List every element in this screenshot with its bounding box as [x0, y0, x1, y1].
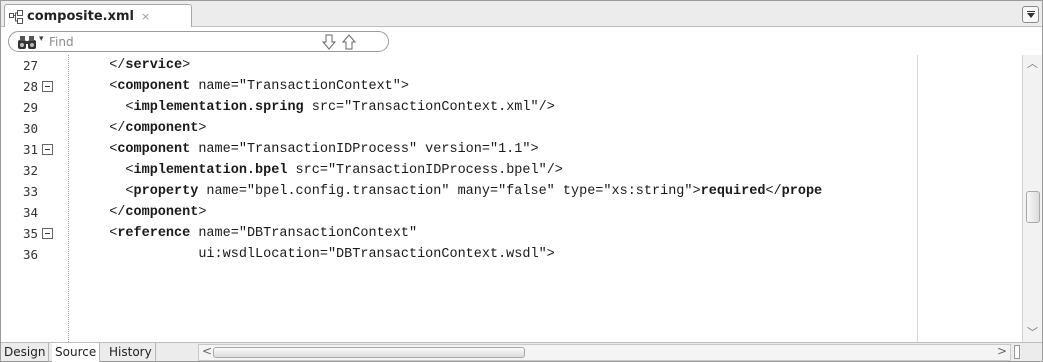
close-icon[interactable]: × [141, 10, 150, 23]
code-text: name="DBTransactionContext" [190, 226, 418, 241]
scroll-down-icon[interactable]: ﹀ [1027, 324, 1038, 340]
line-number: 35 [22, 226, 38, 241]
code-text: > [198, 205, 207, 220]
vertical-scrollbar[interactable]: ︿ ﹀ [1022, 55, 1042, 342]
code-text: </ [109, 205, 126, 220]
line-number: 30 [22, 121, 38, 136]
code-line[interactable]: </service> [93, 55, 1022, 76]
code-editor[interactable]: 27 28 29 30 31 32 33 34 35 36 </service> <compone… [1, 55, 1022, 342]
code-text: ui:wsdlLocation="DBTransactionContext.ws… [198, 247, 555, 262]
code-keyword: component [117, 79, 191, 94]
code-line[interactable]: </component> [93, 202, 1022, 223]
code-keyword: component [125, 121, 199, 136]
editor-tab-bar: composite.xml × [1, 1, 1042, 27]
fold-collapse-icon[interactable] [42, 144, 53, 155]
right-margin-line [917, 55, 918, 342]
editor-window: composite.xml × ▾ Find 27 28 29 30 31 32… [0, 0, 1043, 362]
code-line[interactable]: <property name="bpel.config.transaction"… [93, 181, 1022, 202]
line-number: 32 [22, 163, 38, 178]
tab-history[interactable]: History [106, 343, 156, 362]
code-keyword: reference [117, 226, 191, 241]
scroll-left-icon[interactable]: < [202, 344, 212, 358]
find-bar: ▾ [1, 28, 1042, 55]
code-keyword: implementation.spring [133, 100, 304, 115]
scroll-right-icon[interactable]: > [997, 344, 1007, 358]
tab-source[interactable]: Source [52, 343, 101, 362]
code-area[interactable]: </service> <component name="TransactionC… [93, 55, 1022, 265]
dropdown-arrow-icon[interactable] [1022, 6, 1039, 23]
fold-collapse-icon[interactable] [42, 81, 53, 92]
tab-design[interactable]: Design [1, 343, 50, 362]
code-line[interactable]: <implementation.bpel src="TransactionIDP… [93, 160, 1022, 181]
line-number: 34 [22, 205, 38, 220]
find-next-icon[interactable] [320, 33, 338, 51]
code-line[interactable]: <component name="TransactionContext"> [93, 76, 1022, 97]
code-text: src="TransactionContext.xml"/> [303, 100, 555, 115]
split-handle-icon[interactable] [1014, 345, 1020, 359]
code-text: </ [765, 184, 782, 199]
vertical-scrollbar-thumb[interactable] [1026, 190, 1040, 223]
line-number: 31 [22, 142, 38, 157]
code-line[interactable]: <implementation.spring src="TransactionC… [93, 97, 1022, 118]
editor-gutter: 27 28 29 30 31 32 33 34 35 36 [1, 55, 93, 342]
code-text: src="TransactionIDProcess.bpel"/> [287, 163, 563, 178]
line-number: 29 [22, 100, 38, 115]
code-keyword: prope [781, 184, 823, 199]
line-number: 28 [22, 79, 38, 94]
line-number: 27 [22, 58, 38, 73]
tab-composite-xml[interactable]: composite.xml × [4, 4, 192, 27]
code-keyword: property [133, 184, 199, 199]
line-number: 36 [22, 247, 38, 262]
binoculars-icon[interactable] [17, 35, 39, 49]
horizontal-scrollbar-thumb[interactable] [213, 347, 525, 358]
code-keyword: component [117, 142, 191, 157]
code-text: < [125, 163, 134, 178]
code-text: name="TransactionContext"> [190, 79, 409, 94]
find-input[interactable] [49, 33, 279, 50]
horizontal-scrollbar[interactable]: < > [198, 344, 1011, 361]
gutter-separator [68, 55, 69, 342]
code-text: > [182, 58, 191, 73]
code-keyword: component [125, 205, 199, 220]
code-line[interactable]: <reference name="DBTransactionContext" [93, 223, 1022, 244]
code-text: < [125, 184, 134, 199]
code-text: </ [109, 121, 126, 136]
code-text: </ [109, 58, 126, 73]
code-keyword: implementation.bpel [133, 163, 288, 178]
tab-label: composite.xml [27, 8, 134, 24]
code-line[interactable]: <component name="TransactionIDProcess" v… [93, 139, 1022, 160]
code-keyword: service [125, 58, 183, 73]
scroll-up-icon[interactable]: ︿ [1027, 55, 1038, 71]
code-text: name="bpel.config.transaction" many="fal… [198, 184, 701, 199]
find-field: ▾ [8, 31, 389, 52]
chevron-down-icon[interactable]: ▾ [39, 34, 44, 44]
code-text: < [125, 100, 134, 115]
code-line[interactable]: </component> [93, 118, 1022, 139]
code-text: > [198, 121, 207, 136]
code-text: name="TransactionIDProcess" version="1.1… [190, 142, 539, 157]
fold-bar [42, 55, 53, 342]
code-keyword: required [700, 184, 766, 199]
bottom-tab-bar: Design Source History < > [1, 342, 1042, 362]
code-line[interactable]: ui:wsdlLocation="DBTransactionContext.ws… [93, 244, 1022, 265]
line-number: 33 [22, 184, 38, 199]
composite-file-icon [9, 9, 23, 24]
line-numbers: 27 28 29 30 31 32 33 34 35 36 [1, 55, 38, 265]
find-previous-icon[interactable] [340, 33, 358, 51]
fold-collapse-icon[interactable] [42, 228, 53, 239]
